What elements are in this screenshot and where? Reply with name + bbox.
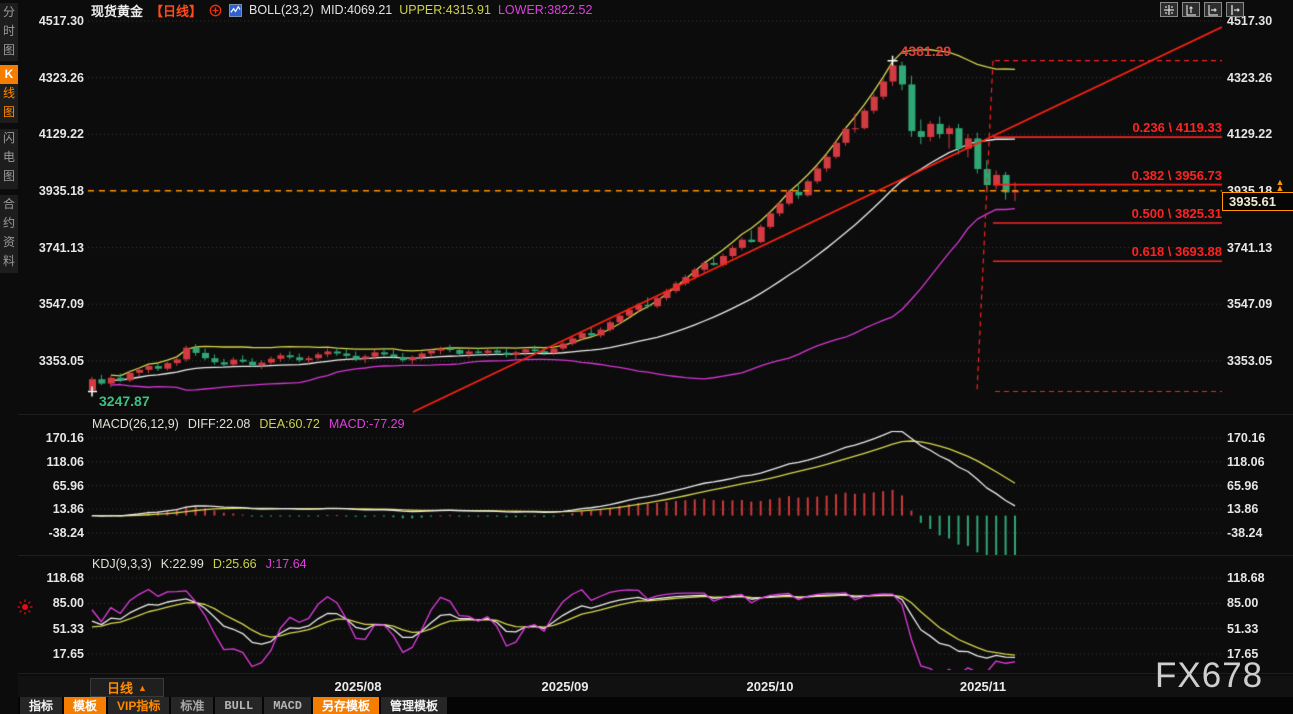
- tab-模板[interactable]: 模板: [64, 697, 106, 714]
- macd-macd-value: MACD:-77.29: [329, 417, 405, 431]
- symbol-name: 现货黄金: [91, 1, 143, 20]
- sidebar-item-char: 料: [0, 252, 18, 271]
- divider: [18, 555, 1293, 556]
- x-axis-zoom-icon[interactable]: [1204, 2, 1222, 17]
- period-tag: 【日线】: [150, 1, 202, 20]
- boll-lower-value: LOWER:3822.52: [498, 3, 593, 17]
- chart-toolbar: [1160, 2, 1244, 17]
- sidebar-item-char: 图: [0, 167, 18, 186]
- kdj-j-value: J:17.64: [266, 557, 307, 571]
- tab-标准[interactable]: 标准: [171, 697, 213, 714]
- kline-mini-icon[interactable]: [229, 4, 242, 17]
- kdj-params: KDJ(9,3,3): [92, 557, 152, 571]
- sidebar-item-char: 线: [0, 84, 18, 103]
- tab-MACD[interactable]: MACD: [264, 697, 311, 714]
- crosshair-icon[interactable]: [1160, 2, 1178, 17]
- period-label: 日线: [107, 678, 133, 697]
- macd-diff-value: DIFF:22.08: [188, 417, 251, 431]
- sidebar-item-3[interactable]: 闪电图: [0, 129, 18, 189]
- sidebar-item-char: 图: [0, 41, 18, 60]
- boll-params: BOLL(23,2): [249, 3, 314, 17]
- tab-BULL[interactable]: BULL: [215, 697, 262, 714]
- sidebar-item-4[interactable]: 合约资料: [0, 195, 18, 273]
- watermark: FX678: [1155, 656, 1263, 696]
- kdj-d-value: D:25.66: [213, 557, 257, 571]
- circle-plus-icon[interactable]: [209, 4, 222, 17]
- main-chart-canvas[interactable]: [0, 0, 1293, 714]
- sidebar-item-2[interactable]: K线图: [0, 65, 18, 123]
- period-selector[interactable]: 日线 ▲: [90, 678, 164, 697]
- tab-另存模板[interactable]: 另存模板: [313, 697, 379, 714]
- chevron-up-icon: ▲: [138, 683, 147, 693]
- tab-管理模板[interactable]: 管理模板: [381, 697, 447, 714]
- sidebar-item-char: 闪: [0, 129, 18, 148]
- sidebar-item-char: K: [0, 65, 18, 84]
- tab-VIP指标[interactable]: VIP指标: [108, 697, 169, 714]
- chart-header: 现货黄金 【日线】 BOLL(23,2) MID:4069.21 UPPER:4…: [91, 1, 592, 19]
- sidebar-item-char: 时: [0, 22, 18, 41]
- divider: [18, 673, 1293, 674]
- boll-mid-value: MID:4069.21: [321, 3, 393, 17]
- bottom-tab-bar: 指标模板VIP指标标准BULLMACD另存模板管理模板: [18, 697, 1293, 714]
- alert-dot-icon[interactable]: [16, 598, 34, 616]
- macd-header: MACD(26,12,9) DIFF:22.08 DEA:60.72 MACD:…: [92, 417, 405, 431]
- boll-upper-value: UPPER:4315.91: [399, 3, 491, 17]
- macd-params: MACD(26,12,9): [92, 417, 179, 431]
- sidebar-item-char: 约: [0, 214, 18, 233]
- pan-right-icon[interactable]: [1226, 2, 1244, 17]
- trading-terminal-window: 4517.304517.304323.264323.264129.224129.…: [0, 0, 1293, 714]
- sidebar-item-char: 合: [0, 195, 18, 214]
- current-price-value: 3935.61: [1229, 194, 1276, 209]
- x-axis-strip: [18, 676, 1293, 697]
- y-axis-zoom-icon[interactable]: [1182, 2, 1200, 17]
- sidebar-item-char: 资: [0, 233, 18, 252]
- sidebar-item-char: 图: [0, 103, 18, 122]
- current-price-box: 3935.61: [1222, 192, 1293, 211]
- macd-dea-value: DEA:60.72: [259, 417, 319, 431]
- double-up-arrow-icon: ▲▲: [1273, 179, 1287, 191]
- kdj-k-value: K:22.99: [161, 557, 204, 571]
- kdj-header: KDJ(9,3,3) K:22.99 D:25.66 J:17.64: [92, 557, 307, 571]
- sidebar-item-char: 电: [0, 148, 18, 167]
- sidebar-item-1[interactable]: 分时图: [0, 3, 18, 61]
- divider: [18, 414, 1293, 415]
- tab-指标[interactable]: 指标: [20, 697, 62, 714]
- sidebar-item-char: 分: [0, 3, 18, 22]
